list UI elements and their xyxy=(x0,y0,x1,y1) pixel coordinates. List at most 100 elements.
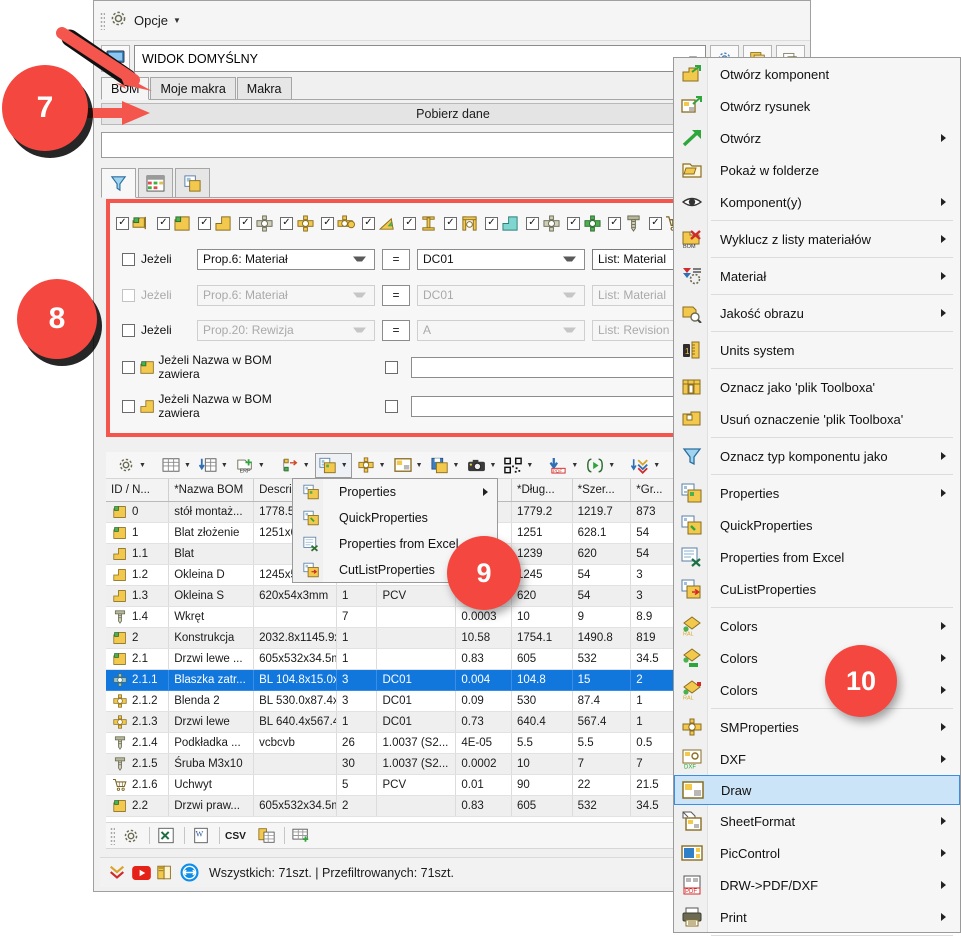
menu-item-usu-oznaczenie-plik-toolboxa[interactable]: Usuń oznaczenie 'plik Toolboxa' xyxy=(674,403,960,435)
checkbox[interactable]: ✓ xyxy=(485,216,498,230)
checkbox[interactable]: ✓ xyxy=(649,216,662,230)
col-dlug[interactable]: *Dług... xyxy=(511,479,573,502)
chevron-down-icon[interactable]: ▼ xyxy=(258,462,265,469)
type-filter-4[interactable]: ✓ xyxy=(280,213,320,233)
chevron-down-icon[interactable] xyxy=(353,256,366,262)
chevron-down-icon[interactable]: ▼ xyxy=(416,462,423,469)
toolbar-pdf[interactable]: PDF ▼ xyxy=(546,454,581,477)
type-filter-7[interactable]: ✓ xyxy=(403,213,443,233)
checkbox[interactable]: ✓ xyxy=(321,216,334,230)
checkbox[interactable]: ✓ xyxy=(567,216,580,230)
toolbar-table[interactable]: ▼ xyxy=(159,454,194,477)
menu-item-units-system[interactable]: 1 Units system xyxy=(674,334,960,366)
chevrons-down-icon[interactable] xyxy=(105,861,129,884)
toolbar-sort-column[interactable]: ▼ xyxy=(196,454,231,477)
type-filter-10[interactable]: ✓ xyxy=(526,213,566,233)
toolbar-runmacro[interactable]: ▼ xyxy=(583,454,618,477)
menu-item-print[interactable]: Print xyxy=(674,901,960,933)
col-nazwa-bom[interactable]: *Nazwa BOM xyxy=(168,479,255,502)
table-row[interactable]: 1.4 Wkręt 7 0.0003 10 9 8.9 xyxy=(106,606,687,628)
book-icon[interactable] xyxy=(153,861,177,884)
chevron-down-icon[interactable]: ▼ xyxy=(653,462,660,469)
type-filter-1[interactable]: ✓ xyxy=(157,213,197,233)
condition-checkbox[interactable] xyxy=(122,288,135,302)
menu-item-colors[interactable]: RAL Colors xyxy=(674,610,960,642)
toolbar-grip[interactable] xyxy=(100,11,105,30)
youtube-icon[interactable] xyxy=(129,861,153,884)
context-menu[interactable]: Otwórz komponent Otwórz rysunek Otwórz Poka… xyxy=(673,57,961,936)
chevron-down-icon[interactable]: ▼ xyxy=(526,462,533,469)
menu-item-komponent-y[interactable]: Komponent(y) xyxy=(674,186,960,218)
chevron-down-icon[interactable]: ▼ xyxy=(453,462,460,469)
name-rule-secondary-checkbox[interactable] xyxy=(384,399,398,413)
menu-item-poka-w-folderze[interactable]: Pokaż w folderze xyxy=(674,154,960,186)
toolbar-sort-colors[interactable]: ▼ xyxy=(628,454,663,477)
type-filter-12[interactable]: ✓ xyxy=(608,213,648,233)
checkbox[interactable]: ✓ xyxy=(608,216,621,230)
menu-item-otw-rz[interactable]: Otwórz xyxy=(674,122,960,154)
export-excel[interactable] xyxy=(154,824,178,847)
menu-item-quickproperties[interactable]: QuickProperties xyxy=(674,509,960,541)
menu-item-colors[interactable]: Colors xyxy=(674,642,960,674)
chevron-down-icon[interactable]: ▼ xyxy=(341,462,348,469)
name-rule-text-input[interactable] xyxy=(410,356,683,378)
type-filter-8[interactable]: ✓ xyxy=(444,213,484,233)
name-rule-checkbox[interactable] xyxy=(122,399,135,413)
toolbar-draw[interactable]: ▼ xyxy=(391,454,426,477)
teamviewer-icon[interactable] xyxy=(177,861,201,884)
name-rule-checkbox[interactable] xyxy=(122,360,135,374)
type-filter-2[interactable]: ✓ xyxy=(198,213,238,233)
submenu-item-properties[interactable]: Properties xyxy=(293,479,497,505)
subtab-filter[interactable] xyxy=(101,168,136,198)
table-row[interactable]: 2.1.4 Podkładka ... vcbcvb 26 1.0037 (S2... 4… xyxy=(106,732,687,754)
toolbar-tree-export[interactable]: ▼ xyxy=(278,454,313,477)
type-filter-6[interactable]: ✓ xyxy=(362,213,402,233)
toolbar-grip[interactable] xyxy=(110,826,115,845)
toolbar-saveas[interactable]: ▼ xyxy=(428,454,463,477)
checkbox[interactable]: ✓ xyxy=(116,216,129,230)
condition-operator[interactable]: = xyxy=(382,248,410,270)
chevron-down-icon[interactable]: ▼ xyxy=(608,462,615,469)
type-filter-0[interactable]: ✓ xyxy=(116,213,156,233)
subtab-table[interactable] xyxy=(138,168,173,197)
subtab-properties[interactable] xyxy=(175,168,210,197)
checkbox[interactable]: ✓ xyxy=(157,216,170,230)
toolbar-settings[interactable]: ▼ xyxy=(114,454,149,477)
checkbox[interactable]: ✓ xyxy=(403,216,416,230)
condition-checkbox[interactable] xyxy=(122,323,135,337)
chevron-down-icon[interactable]: ▼ xyxy=(173,16,181,25)
export-erp-table[interactable] xyxy=(289,824,313,847)
menu-item-smproperties[interactable]: SMProperties xyxy=(674,711,960,743)
name-rule-secondary-checkbox[interactable] xyxy=(384,360,398,374)
toolbar-smproperties[interactable]: ▼ xyxy=(354,454,389,477)
type-filter-11[interactable]: ✓ xyxy=(567,213,607,233)
tab-makra[interactable]: Makra xyxy=(236,77,292,99)
menu-item-sheetformat[interactable]: SheetFormat xyxy=(674,805,960,837)
chevron-down-icon[interactable]: ▼ xyxy=(303,462,310,469)
checkbox[interactable]: ✓ xyxy=(444,216,457,230)
menu-item-materia[interactable]: Materiał xyxy=(674,260,960,292)
checkbox[interactable]: ✓ xyxy=(198,216,211,230)
menu-item-otw-rz-komponent[interactable]: Otwórz komponent xyxy=(674,58,960,90)
export-clipboard-table[interactable] xyxy=(254,824,278,847)
checkbox[interactable]: ✓ xyxy=(526,216,539,230)
chevron-down-icon[interactable]: ▼ xyxy=(184,462,191,469)
checkbox[interactable]: ✓ xyxy=(239,216,252,230)
toolbar-properties[interactable]: ▼ xyxy=(314,452,352,478)
export-settings[interactable] xyxy=(119,824,143,847)
type-filter-9[interactable]: ✓ xyxy=(485,213,525,233)
toolbar-erp-add[interactable]: ERP ▼ xyxy=(233,454,268,477)
condition-value-combo[interactable]: DC01 xyxy=(417,248,585,270)
table-row[interactable]: 1.3Okleina S620x54x3mm1PCV0.07620543 xyxy=(106,585,687,607)
menu-item-properties[interactable]: Properties xyxy=(674,477,960,509)
options-label[interactable]: Opcje xyxy=(134,13,168,28)
type-filter-3[interactable]: ✓ xyxy=(239,213,279,233)
menu-item-drw-pdf-dxf[interactable]: PDF DRW->PDF/DXF xyxy=(674,869,960,901)
toolbar-qr[interactable]: ▼ xyxy=(501,454,536,477)
name-rule-text-input[interactable] xyxy=(410,395,683,417)
menu-item-oznacz-typ-komponentu-jako[interactable]: Oznacz typ komponentu jako xyxy=(674,440,960,472)
table-row[interactable]: 2 Konstrukcja2032.8x1145.9x...1 10.581754.… xyxy=(106,627,687,649)
checkbox[interactable]: ✓ xyxy=(280,216,293,230)
export-csv[interactable]: CSV xyxy=(224,824,252,847)
menu-item-jako-obrazu[interactable]: Jakość obrazu xyxy=(674,297,960,329)
